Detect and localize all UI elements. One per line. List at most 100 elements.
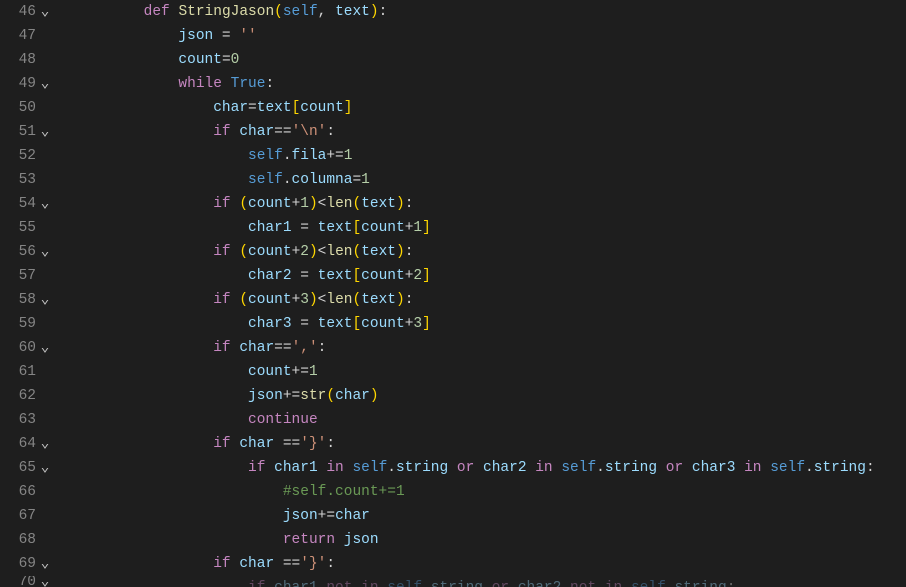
code-line[interactable]: if char1 in self.string or char2 in self… — [74, 456, 906, 480]
token-va: fila — [292, 148, 327, 164]
fold-chevron-icon[interactable]: ⌄ — [36, 576, 54, 587]
code-line[interactable]: char1 = text[count+1] — [74, 216, 906, 240]
code-area[interactable]: def StringJason(self, text): json = '' c… — [58, 0, 906, 587]
line-number: 68 — [10, 528, 36, 552]
code-editor[interactable]: 46⌄474849⌄5051⌄525354⌄5556⌄5758⌄5960⌄616… — [0, 0, 906, 587]
fold-chevron-icon[interactable]: ⌄ — [36, 552, 54, 576]
token-pn: : — [326, 436, 335, 452]
token-nu: 1 — [413, 220, 422, 236]
token-op: = — [352, 172, 361, 188]
token-op: += — [326, 148, 343, 164]
code-line[interactable]: self.fila+=1 — [74, 144, 906, 168]
gutter-row: 46⌄ — [0, 0, 54, 24]
token-va: char — [239, 340, 274, 356]
code-line[interactable]: char=text[count] — [74, 96, 906, 120]
line-number: 58 — [10, 288, 36, 312]
token-va: count — [248, 244, 292, 260]
token-fn: len — [326, 292, 352, 308]
token-st: '}' — [300, 436, 326, 452]
fold-chevron-icon[interactable]: ⌄ — [36, 456, 54, 480]
token-va: char — [213, 100, 248, 116]
line-number: 67 — [10, 504, 36, 528]
line-number: 63 — [10, 408, 36, 432]
fold-chevron-icon[interactable]: ⌄ — [36, 72, 54, 96]
code-line[interactable]: if char=='\n': — [74, 120, 906, 144]
fold-chevron-icon[interactable]: ⌄ — [36, 288, 54, 312]
fold-chevron-icon[interactable]: ⌄ — [36, 192, 54, 216]
code-line[interactable]: def StringJason(self, text): — [74, 0, 906, 24]
line-number: 56 — [10, 240, 36, 264]
token-kw: if — [213, 556, 239, 572]
token-va: char2 — [518, 580, 562, 587]
token-pn: : — [405, 244, 414, 260]
line-number: 60 — [10, 336, 36, 360]
gutter-row: 64⌄ — [0, 432, 54, 456]
code-line[interactable]: while True: — [74, 72, 906, 96]
code-line[interactable]: if char==',': — [74, 336, 906, 360]
token-va: string — [674, 580, 726, 587]
token-va: string — [605, 460, 657, 476]
token-pn: : — [405, 292, 414, 308]
fold-chevron-icon[interactable]: ⌄ — [36, 240, 54, 264]
token-va: columna — [292, 172, 353, 188]
token-va: char1 — [274, 460, 318, 476]
token-fn: str — [300, 388, 326, 404]
token-nu: 3 — [413, 316, 422, 332]
fold-chevron-icon[interactable]: ⌄ — [36, 0, 54, 24]
token-br1: ] — [422, 268, 431, 284]
code-line[interactable]: self.columna=1 — [74, 168, 906, 192]
token-pn: : — [318, 340, 327, 356]
token-op: = — [222, 52, 231, 68]
code-line[interactable]: char2 = text[count+2] — [74, 264, 906, 288]
token-kw: return — [283, 532, 344, 548]
token-op: = — [213, 28, 239, 44]
token-cm: #self.count+=1 — [283, 484, 405, 500]
token-br1: ) — [396, 244, 405, 260]
fold-chevron-icon[interactable]: ⌄ — [36, 432, 54, 456]
code-line[interactable]: char3 = text[count+3] — [74, 312, 906, 336]
line-number: 69 — [10, 552, 36, 576]
token-op: + — [292, 292, 301, 308]
token-pn: : — [727, 580, 736, 587]
gutter-row: 50 — [0, 96, 54, 120]
code-line[interactable]: json+=char — [74, 504, 906, 528]
gutter-row: 51⌄ — [0, 120, 54, 144]
token-br1: ( — [352, 196, 361, 212]
gutter-row: 54⌄ — [0, 192, 54, 216]
code-line[interactable]: json+=str(char) — [74, 384, 906, 408]
token-pn: : — [405, 196, 414, 212]
line-number: 66 — [10, 480, 36, 504]
code-line[interactable]: if (count+2)<len(text): — [74, 240, 906, 264]
token-va: text — [361, 244, 396, 260]
gutter-row: 61 — [0, 360, 54, 384]
code-line[interactable]: if (count+3)<len(text): — [74, 288, 906, 312]
code-line[interactable]: if char =='}': — [74, 432, 906, 456]
token-br1: ] — [422, 220, 431, 236]
code-line[interactable]: #self.count+=1 — [74, 480, 906, 504]
token-pn: : — [379, 4, 388, 20]
line-number: 53 — [10, 168, 36, 192]
code-line[interactable]: if char1 not in self.string or char2 not… — [74, 576, 906, 587]
token-cf: self — [770, 460, 805, 476]
code-line[interactable]: count+=1 — [74, 360, 906, 384]
code-line[interactable]: if char =='}': — [74, 552, 906, 576]
fold-chevron-icon[interactable]: ⌄ — [36, 336, 54, 360]
token-nu: 3 — [300, 292, 309, 308]
token-pn: : — [326, 124, 335, 140]
code-line[interactable]: count=0 — [74, 48, 906, 72]
token-op: += — [318, 508, 335, 524]
token-br1: ) — [370, 388, 379, 404]
token-nu: 2 — [300, 244, 309, 260]
line-number: 48 — [10, 48, 36, 72]
code-line[interactable]: continue — [74, 408, 906, 432]
token-fn: StringJason — [178, 4, 274, 20]
code-line[interactable]: return json — [74, 528, 906, 552]
token-pn: . — [596, 460, 605, 476]
token-op: = — [292, 220, 318, 236]
token-op: = — [292, 316, 318, 332]
code-line[interactable]: json = '' — [74, 24, 906, 48]
token-va: text — [318, 220, 353, 236]
token-kw: or — [483, 580, 518, 587]
fold-chevron-icon[interactable]: ⌄ — [36, 120, 54, 144]
code-line[interactable]: if (count+1)<len(text): — [74, 192, 906, 216]
